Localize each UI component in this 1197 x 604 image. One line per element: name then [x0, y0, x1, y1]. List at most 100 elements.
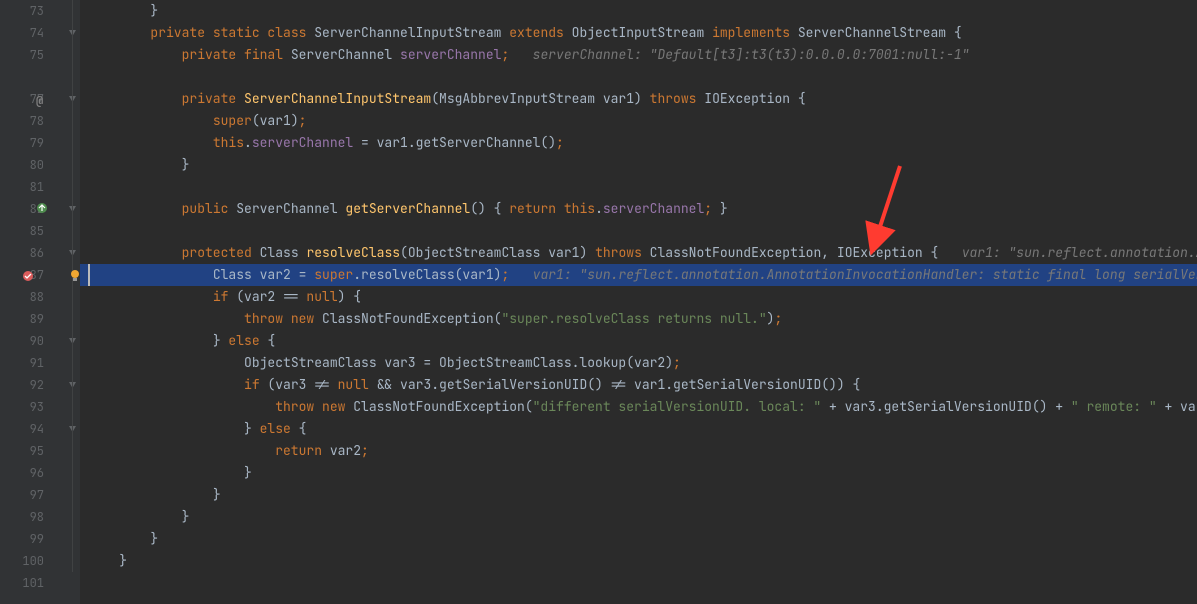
fold-guide — [72, 550, 73, 572]
code-line[interactable]: public ServerChannel getServerChannel() … — [80, 198, 1197, 220]
code-token: IOException — [704, 90, 798, 107]
code-line[interactable]: super(var1); — [80, 110, 1197, 132]
code-line[interactable]: throw new ClassNotFoundException("super.… — [80, 308, 1197, 330]
code-token: + var1.g — [1157, 398, 1197, 415]
code-token: ClassNotFoundException( — [322, 310, 501, 327]
gutter-line[interactable]: 77@ — [0, 88, 66, 110]
code-token: Class var2 = — [213, 266, 314, 283]
fold-guide — [72, 110, 73, 132]
code-line[interactable]: Class var2 = super.resolveClass(var1); v… — [80, 264, 1197, 286]
gutter-line[interactable]: 101 — [0, 572, 66, 594]
line-number: 80 — [30, 157, 66, 173]
fold-guide — [72, 88, 73, 110]
line-number: 87 — [30, 267, 66, 283]
code-line[interactable]: } — [80, 550, 1197, 572]
line-number: 73 — [30, 3, 66, 19]
code-token: (ObjectStreamClass var1) — [400, 244, 595, 261]
code-token: { — [267, 332, 275, 349]
gutter-line[interactable]: 89 — [0, 308, 66, 330]
code-line[interactable]: } — [80, 462, 1197, 484]
fold-guide — [72, 506, 73, 528]
code-token: this — [213, 134, 244, 151]
code-line[interactable]: this.serverChannel = var1.getServerChann… — [80, 132, 1197, 154]
gutter-line[interactable]: 73 — [0, 0, 66, 22]
gutter-line[interactable]: 87 — [0, 264, 66, 286]
breakpoint-icon[interactable] — [22, 269, 34, 281]
line-number: 85 — [30, 223, 66, 239]
gutter-line[interactable]: 80 — [0, 154, 66, 176]
code-token: { — [494, 200, 510, 217]
code-line[interactable]: } — [80, 154, 1197, 176]
gutter-line[interactable]: 78 — [0, 110, 66, 132]
fold-guide — [72, 22, 73, 44]
gutter-line[interactable]: 74 — [0, 22, 66, 44]
code-token: , — [821, 244, 837, 261]
text-caret — [88, 264, 90, 286]
annotation-icon[interactable]: @ — [36, 93, 48, 105]
override-icon[interactable] — [36, 201, 48, 218]
gutter-line[interactable]: 75 — [0, 44, 66, 66]
line-number: 78 — [30, 113, 66, 129]
code-token: = var1.getServerChannel() — [353, 134, 556, 151]
gutter-line[interactable]: 79 — [0, 132, 66, 154]
code-line[interactable] — [80, 66, 1197, 88]
gutter-line[interactable] — [0, 66, 66, 88]
gutter-line[interactable]: 91 — [0, 352, 66, 374]
code-line[interactable]: } — [80, 0, 1197, 22]
fold-column[interactable] — [66, 0, 80, 604]
code-line[interactable] — [80, 572, 1197, 594]
gutter-line[interactable]: 100 — [0, 550, 66, 572]
code-line[interactable]: protected Class resolveClass(ObjectStrea… — [80, 242, 1197, 264]
code-line[interactable]: private ServerChannelInputStream(MsgAbbr… — [80, 88, 1197, 110]
code-token: ServerChannel — [291, 46, 400, 63]
gutter-line[interactable]: 98 — [0, 506, 66, 528]
gutter-line[interactable]: 99 — [0, 528, 66, 550]
gutter-line[interactable]: 88 — [0, 286, 66, 308]
code-token: ) { — [338, 288, 361, 305]
code-line[interactable]: private static class ServerChannelInputS… — [80, 22, 1197, 44]
fold-guide — [72, 462, 73, 484]
gutter-line[interactable]: 86 — [0, 242, 66, 264]
code-line[interactable]: ObjectStreamClass var3 = ObjectStreamCla… — [80, 352, 1197, 374]
code-line[interactable]: return var2; — [80, 440, 1197, 462]
gutter-line[interactable]: 97 — [0, 484, 66, 506]
gutter-line[interactable]: 90 — [0, 330, 66, 352]
gutter-line[interactable]: 82 — [0, 198, 66, 220]
fold-guide — [72, 374, 73, 396]
gutter-line[interactable]: 95 — [0, 440, 66, 462]
gutter[interactable]: 73747577@7879808182858687888990919293949… — [0, 0, 66, 604]
code-token: else — [228, 332, 267, 349]
code-line[interactable]: throw new ClassNotFoundException("differ… — [80, 396, 1197, 418]
gutter-line[interactable]: 92 — [0, 374, 66, 396]
gutter-line[interactable]: 81 — [0, 176, 66, 198]
fold-guide — [72, 242, 73, 264]
code-area[interactable]: } private static class ServerChannelInpu… — [80, 0, 1197, 604]
code-line[interactable]: } — [80, 506, 1197, 528]
code-token: . — [244, 134, 252, 151]
code-token: .resolveClass(var1) — [353, 266, 501, 283]
code-editor[interactable]: 73747577@7879808182858687888990919293949… — [0, 0, 1197, 604]
code-line[interactable]: } — [80, 484, 1197, 506]
code-line[interactable]: private final ServerChannel serverChanne… — [80, 44, 1197, 66]
fold-guide — [72, 286, 73, 308]
code-line[interactable]: } else { — [80, 418, 1197, 440]
gutter-line[interactable]: 94 — [0, 418, 66, 440]
line-number: 79 — [30, 135, 66, 151]
code-line[interactable]: } — [80, 528, 1197, 550]
code-line[interactable]: if (var2 == null) { — [80, 286, 1197, 308]
code-line[interactable] — [80, 220, 1197, 242]
gutter-line[interactable]: 85 — [0, 220, 66, 242]
code-token: ServerChannelInputStream — [314, 24, 509, 41]
gutter-line[interactable]: 96 — [0, 462, 66, 484]
code-line[interactable]: if (var3 != null && var3.getSerialVersio… — [80, 374, 1197, 396]
code-token: { — [299, 420, 307, 437]
code-line[interactable] — [80, 176, 1197, 198]
fold-guide — [72, 0, 73, 22]
code-token: && var3.getSerialVersionUID() != var1.ge… — [377, 376, 861, 393]
code-token: ( — [431, 90, 439, 107]
code-line[interactable]: } else { — [80, 330, 1197, 352]
gutter-line[interactable]: 93 — [0, 396, 66, 418]
line-number: 90 — [30, 333, 66, 349]
fold-guide — [72, 308, 73, 330]
intention-bulb-icon[interactable] — [68, 268, 82, 282]
